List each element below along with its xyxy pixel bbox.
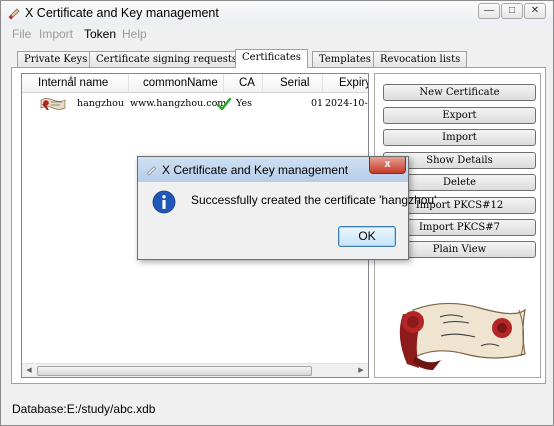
menu-token[interactable]: Token [84, 27, 116, 41]
info-icon [152, 190, 176, 214]
tab-private-keys[interactable]: Private Keys [17, 51, 95, 67]
status-bar: Database:E:/study/abc.xdb [12, 402, 156, 416]
minimize-button[interactable]: — [478, 3, 500, 19]
cell-ca: Yes [236, 98, 252, 109]
check-icon [216, 97, 232, 111]
scroll-thumb[interactable] [37, 366, 312, 376]
new-certificate-button[interactable]: New Certificate [383, 84, 536, 101]
ok-button[interactable]: OK [338, 226, 396, 247]
dialog-close-button[interactable]: x [369, 157, 406, 174]
sort-indicator-icon: ▲ [68, 75, 74, 81]
column-ca[interactable]: CA [224, 74, 263, 93]
menu-file[interactable]: File [12, 27, 31, 41]
dialog-title-bar: X Certificate and Key management x [138, 157, 408, 182]
close-button[interactable]: ✕ [524, 3, 546, 19]
list-header: Internal name ▲ commonName CA Serial Exp… [22, 74, 368, 93]
cell-common-name: www.hangzhou.com [130, 98, 227, 109]
dialog-message: Successfully created the certificate 'ha… [191, 193, 437, 207]
certificate-icon [40, 98, 66, 110]
tab-csr[interactable]: Certificate signing requests [89, 51, 245, 67]
tab-certificates[interactable]: Certificates [235, 49, 308, 68]
certificate-scroll-logo [399, 302, 526, 370]
certificate-scroll-icon [8, 8, 20, 20]
cell-expiry: 2024-10-2 [325, 98, 369, 109]
scroll-left-icon[interactable]: ◀ [22, 364, 36, 377]
title-bar: X Certificate and Key management — □ ✕ [1, 1, 553, 25]
certificate-scroll-icon [146, 166, 157, 176]
menu-import[interactable]: Import [39, 27, 73, 41]
column-serial[interactable]: Serial [263, 74, 323, 93]
maximize-button[interactable]: □ [501, 3, 523, 19]
table-row[interactable]: hangzhou www.hangzhou.com Yes 01 2024-10… [22, 95, 368, 113]
export-button[interactable]: Export [383, 107, 536, 124]
menu-help[interactable]: Help [122, 27, 147, 41]
dialog-title: X Certificate and Key management [162, 163, 349, 177]
column-expiry[interactable]: Expiry [323, 74, 368, 93]
import-button[interactable]: Import [383, 129, 536, 146]
cell-serial: 01 [311, 98, 324, 109]
column-common-name[interactable]: commonName [129, 74, 224, 93]
tab-templates[interactable]: Templates [312, 51, 378, 67]
horizontal-scrollbar[interactable]: ◀ ▶ [22, 363, 368, 377]
window-title: X Certificate and Key management [25, 6, 219, 20]
scroll-right-icon[interactable]: ▶ [354, 364, 368, 377]
menu-bar: File Import Token Help [1, 25, 553, 43]
cell-internal-name: hangzhou [77, 98, 124, 109]
tab-revocation-lists[interactable]: Revocation lists [373, 51, 468, 67]
dialog-body: Successfully created the certificate 'ha… [138, 182, 436, 259]
column-internal-name[interactable]: Internal name [22, 74, 129, 93]
message-dialog: X Certificate and Key management x Succe… [137, 156, 436, 260]
